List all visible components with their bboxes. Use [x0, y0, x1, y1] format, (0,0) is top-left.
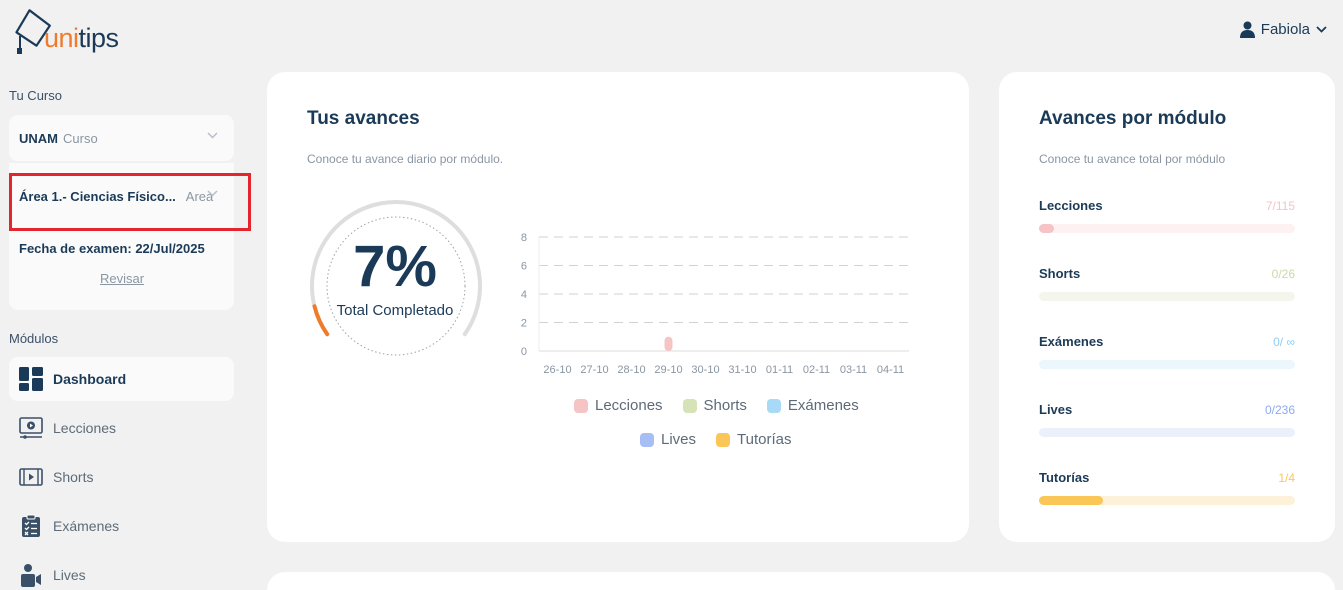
- daily-progress-chart: 0 2 4 6 8 26-10 27-10 28-10 29-10 30-10 31-10 01-11…: [521, 232, 909, 376]
- legend-label: Lecciones: [595, 397, 663, 414]
- module-value: 0/236: [1264, 403, 1295, 417]
- module-value: 7/115: [1265, 199, 1295, 213]
- module-value: 0/26: [1271, 267, 1295, 281]
- area-select-highlight: [9, 173, 251, 231]
- module-progress-bar: [1039, 292, 1295, 301]
- legend-swatch: [716, 432, 731, 447]
- nav-label-examenes: Exámenes: [53, 518, 120, 534]
- exams-icon: [19, 514, 43, 538]
- y-tick-label: 0: [521, 346, 527, 358]
- x-tick-label: 04-11: [877, 364, 904, 376]
- module-label: Lecciones: [1039, 198, 1103, 213]
- legend-swatch: [640, 432, 654, 447]
- module-card-title: Avances por módulo: [1039, 108, 1227, 129]
- x-tick-label: 26-10: [543, 364, 571, 376]
- legend-item-examenes[interactable]: Exámenes: [766, 397, 859, 414]
- y-tick-label: 2: [521, 318, 527, 330]
- lessons-icon: [19, 416, 43, 440]
- x-tick-label: 01-11: [766, 364, 793, 376]
- chevron-down-icon: [207, 132, 218, 139]
- total-percent: 7%: [353, 234, 437, 299]
- module-label: Shorts: [1039, 266, 1081, 281]
- nav-item-dashboard[interactable]: Dashboard: [9, 357, 234, 401]
- module-card-subtitle: Conoce tu avance total por módulo: [1039, 152, 1226, 166]
- x-tick-label: 29-10: [654, 364, 682, 376]
- nav-label-dashboard: Dashboard: [53, 371, 127, 387]
- module-progress-card: Avances por módulo Conoce tu avance tota…: [999, 72, 1335, 542]
- chevron-down-icon: [1316, 26, 1327, 33]
- module-progress-bar: [1039, 224, 1295, 233]
- legend-label: Shorts: [703, 397, 747, 414]
- course-select[interactable]: UNAM Curso: [9, 115, 234, 161]
- x-tick-label: 28-10: [617, 364, 645, 376]
- progress-card-title: Tus avances: [307, 108, 420, 129]
- progress-card-subtitle: Conoce tu avance diario por módulo.: [307, 152, 504, 166]
- x-tick-label: 30-10: [691, 364, 719, 376]
- course-select-value: UNAM: [19, 130, 58, 146]
- x-tick-label: 27-10: [580, 364, 608, 376]
- legend-swatch: [682, 398, 697, 413]
- nav-label-lecciones: Lecciones: [53, 420, 117, 436]
- legend-item-tutorias[interactable]: Tutorías: [716, 431, 792, 448]
- nav-label-shorts: Shorts: [53, 469, 94, 485]
- nav-item-lecciones[interactable]: Lecciones: [9, 406, 234, 450]
- chart-legend-row-2: Lives Tutorías: [640, 431, 792, 448]
- dashboard-icon: [19, 367, 43, 391]
- y-tick-label: 4: [521, 289, 527, 301]
- module-progress-fill: [1039, 496, 1103, 505]
- lives-icon: [19, 563, 43, 587]
- module-progress-bar: [1039, 360, 1295, 369]
- nav-item-shorts[interactable]: Shorts: [9, 455, 234, 499]
- x-tick-label: 02-11: [803, 364, 830, 376]
- module-progress-bar: [1039, 428, 1295, 437]
- shorts-icon: [19, 465, 43, 489]
- module-label: Exámenes: [1039, 334, 1104, 349]
- user-name: Fabiola: [1260, 21, 1310, 38]
- review-link[interactable]: Revisar: [100, 271, 144, 286]
- legend-swatch: [574, 398, 588, 413]
- course-select-sub: Curso: [63, 130, 98, 146]
- x-tick-label: 31-10: [728, 364, 756, 376]
- nav-item-lives[interactable]: Lives: [9, 553, 234, 590]
- progress-card: Tus avances Conoce tu avance diario por …: [267, 72, 969, 542]
- modules-section-label: Módulos: [9, 331, 59, 346]
- x-tick-label: 03-11: [840, 364, 867, 376]
- logo-text: unitips: [44, 23, 119, 53]
- unitips-logo[interactable]: unitips: [12, 8, 119, 56]
- legend-label: Exámenes: [787, 397, 859, 414]
- legend-label: Tutorías: [737, 431, 792, 448]
- exam-date: Fecha de examen: 22/Jul/2025: [19, 241, 205, 256]
- nav-item-examenes[interactable]: Exámenes: [9, 504, 234, 548]
- total-label: Total Completado: [336, 302, 454, 319]
- legend-label: Lives: [661, 431, 697, 448]
- module-value: 0/ ∞: [1273, 335, 1295, 349]
- y-tick-label: 6: [521, 261, 527, 273]
- user-icon: [1239, 21, 1255, 38]
- bottom-card: [267, 572, 1335, 590]
- legend-item-shorts[interactable]: Shorts: [682, 397, 747, 414]
- legend-item-lives[interactable]: Lives: [640, 431, 696, 448]
- course-section-label: Tu Curso: [9, 88, 62, 103]
- legend-item-lecciones[interactable]: Lecciones: [574, 397, 663, 414]
- y-tick-label: 8: [521, 232, 527, 244]
- module-value: 1/4: [1278, 471, 1295, 485]
- module-progress-bar: [1039, 496, 1295, 505]
- ring-center: 7% Total Completado: [317, 234, 473, 320]
- legend-swatch: [766, 398, 781, 413]
- module-label: Tutorías: [1039, 470, 1090, 485]
- nav-label-lives: Lives: [53, 567, 86, 583]
- module-label: Lives: [1039, 402, 1073, 417]
- chart-legend-row-1: Lecciones Shorts Exámenes: [574, 397, 859, 414]
- module-progress-fill: [1039, 224, 1055, 233]
- bar-lecciones[interactable]: [664, 336, 673, 351]
- user-menu[interactable]: Fabiola: [1239, 21, 1327, 38]
